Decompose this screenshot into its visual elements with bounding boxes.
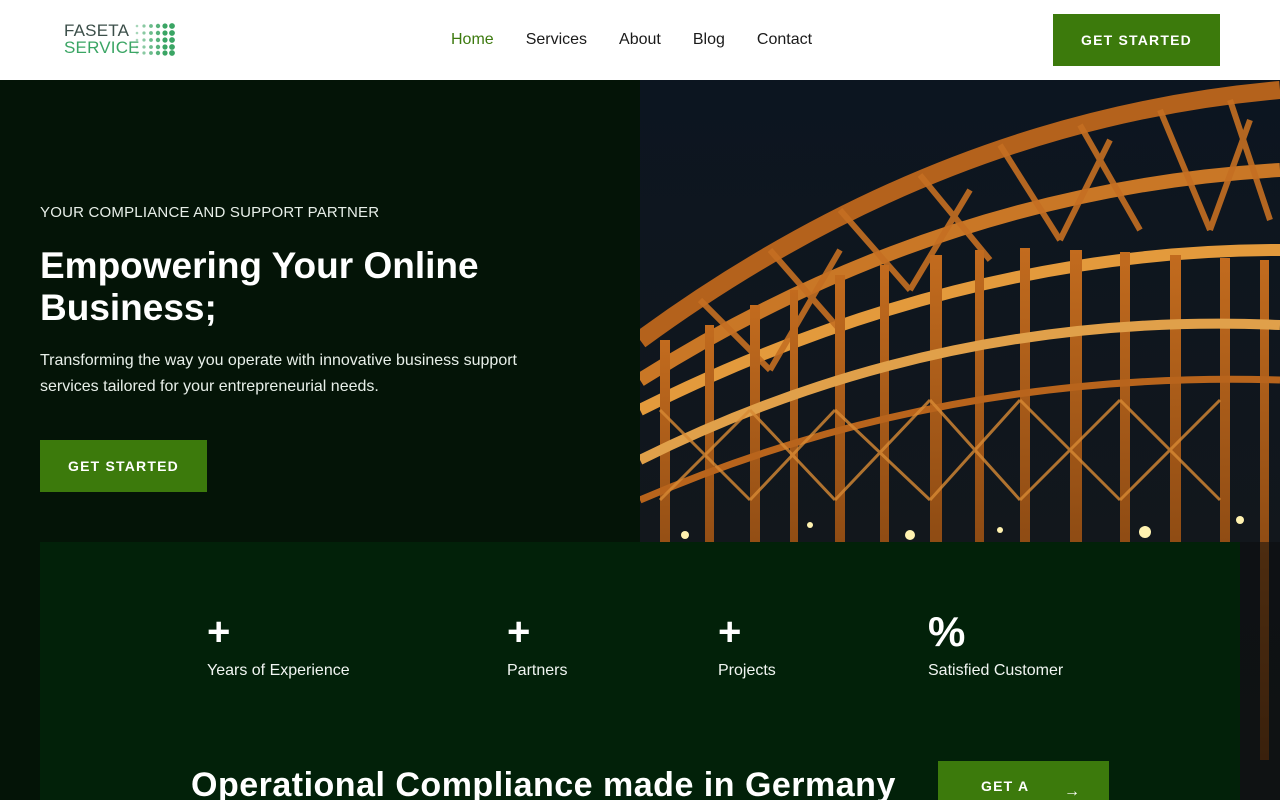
stat-years-experience: + Years of Experience	[207, 612, 350, 680]
arrow-right-icon: →	[1064, 783, 1082, 800]
button-label: GET A	[981, 778, 1030, 794]
stat-label: Satisfied Customer	[928, 662, 1064, 679]
compliance-title: Operational Compliance made in Germany	[191, 766, 896, 800]
stat-satisfied-customer: % Satisfied Customer	[928, 608, 1064, 680]
hero-description: Transforming the way you operate with in…	[40, 352, 517, 395]
site-header: FASETA SERVICE Home Services About Blog …	[0, 0, 1280, 80]
nav-contact[interactable]: Contact	[757, 29, 812, 51]
hero-title: Empowering Your Online Business;	[40, 245, 479, 328]
hero-eyebrow: YOUR COMPLIANCE AND SUPPORT PARTNER	[40, 204, 380, 221]
nav-blog[interactable]: Blog	[693, 29, 725, 51]
stat-label: Projects	[718, 662, 776, 679]
stat-value: %	[928, 608, 966, 655]
stat-label: Years of Experience	[207, 662, 350, 679]
nav-home[interactable]: Home	[451, 29, 494, 51]
stats-panel: + Years of Experience + Partners + Proje…	[40, 542, 1240, 800]
logo-line1: FASETA	[64, 21, 130, 40]
logo-dots-icon	[135, 23, 175, 56]
stat-label: Partners	[507, 662, 568, 679]
stat-partners: + Partners	[507, 612, 567, 680]
stat-projects: + Projects	[718, 612, 776, 680]
nav-services[interactable]: Services	[526, 29, 587, 51]
logo[interactable]: FASETA SERVICE	[64, 20, 180, 60]
get-a-quote-button[interactable]: GET A →	[938, 761, 1109, 800]
stat-value: +	[718, 610, 742, 654]
nav-about[interactable]: About	[619, 29, 661, 51]
logo-line2: SERVICE	[64, 38, 140, 57]
stat-value: +	[507, 610, 531, 654]
header-get-started-button[interactable]: GET STARTED	[1053, 14, 1220, 66]
logo-text: FASETA SERVICE	[64, 22, 140, 56]
hero-get-started-button[interactable]: GET STARTED	[40, 440, 207, 492]
main-nav: Home Services About Blog Contact	[451, 29, 812, 51]
stat-value: +	[207, 610, 231, 654]
